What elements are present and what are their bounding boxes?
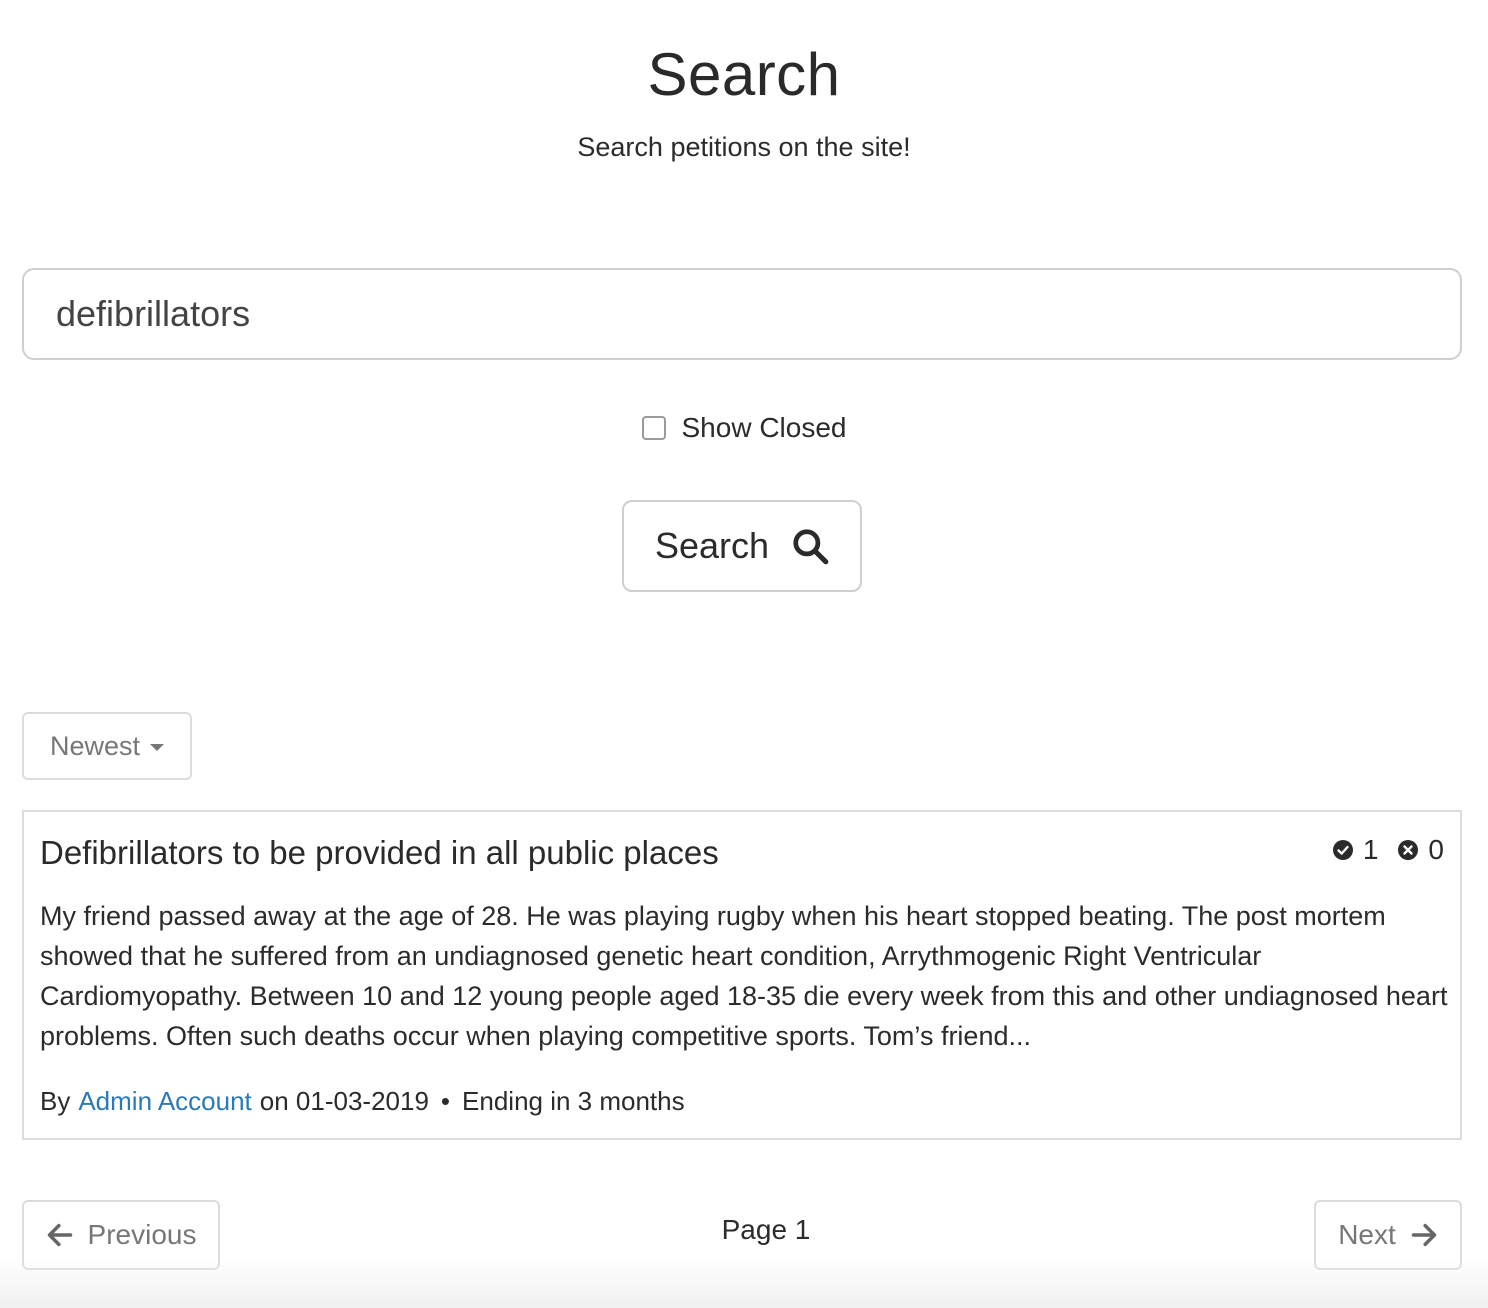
check-circle-icon xyxy=(1332,840,1353,860)
search-input[interactable] xyxy=(22,268,1462,360)
show-closed-label[interactable]: Show Closed xyxy=(682,412,847,444)
page-title: Search xyxy=(647,41,841,108)
petition-meta: By Admin Account on 01-03-2019 • Ending … xyxy=(40,1086,685,1117)
caret-down-icon xyxy=(150,743,165,751)
sort-selected-label: Newest xyxy=(49,730,141,761)
page-indicator: Page 1 xyxy=(721,1214,811,1245)
search-button[interactable]: Search xyxy=(622,500,862,592)
meta-separator: • xyxy=(440,1086,451,1116)
arrow-right-icon xyxy=(1411,1223,1437,1247)
x-circle-icon xyxy=(1398,840,1419,860)
votes-up: 1 xyxy=(1332,834,1379,866)
sort-dropdown[interactable]: Newest xyxy=(22,712,192,780)
petition-title[interactable]: Defibrillators to be provided in all pub… xyxy=(40,834,719,872)
show-closed-checkbox[interactable] xyxy=(641,416,666,440)
votes-down-count: 0 xyxy=(1428,834,1444,865)
petition-date: on 01-03-2019 xyxy=(259,1086,429,1116)
petition-card: Defibrillators to be provided in all pub… xyxy=(22,810,1462,1140)
show-closed-option: Show Closed xyxy=(0,412,1488,444)
by-label: By xyxy=(40,1086,71,1116)
votes-up-count: 1 xyxy=(1362,834,1379,865)
petition-ending: Ending in 3 months xyxy=(462,1086,685,1116)
search-icon xyxy=(793,529,829,565)
votes-down: 0 xyxy=(1398,834,1444,866)
author-link[interactable]: Admin Account xyxy=(78,1086,251,1117)
next-label: Next xyxy=(1338,1219,1396,1250)
next-button[interactable]: Next xyxy=(1314,1200,1462,1270)
page-bottom-fade xyxy=(0,1258,1488,1308)
page-subtitle: Search petitions on the site! xyxy=(577,132,911,162)
petition-description: My friend passed away at the age of 28. … xyxy=(40,901,1448,1051)
search-page: Search Search petitions on the site! Sho… xyxy=(0,0,1488,1308)
search-button-label: Search xyxy=(654,525,770,566)
petition-votes: 1 0 xyxy=(1332,834,1444,866)
